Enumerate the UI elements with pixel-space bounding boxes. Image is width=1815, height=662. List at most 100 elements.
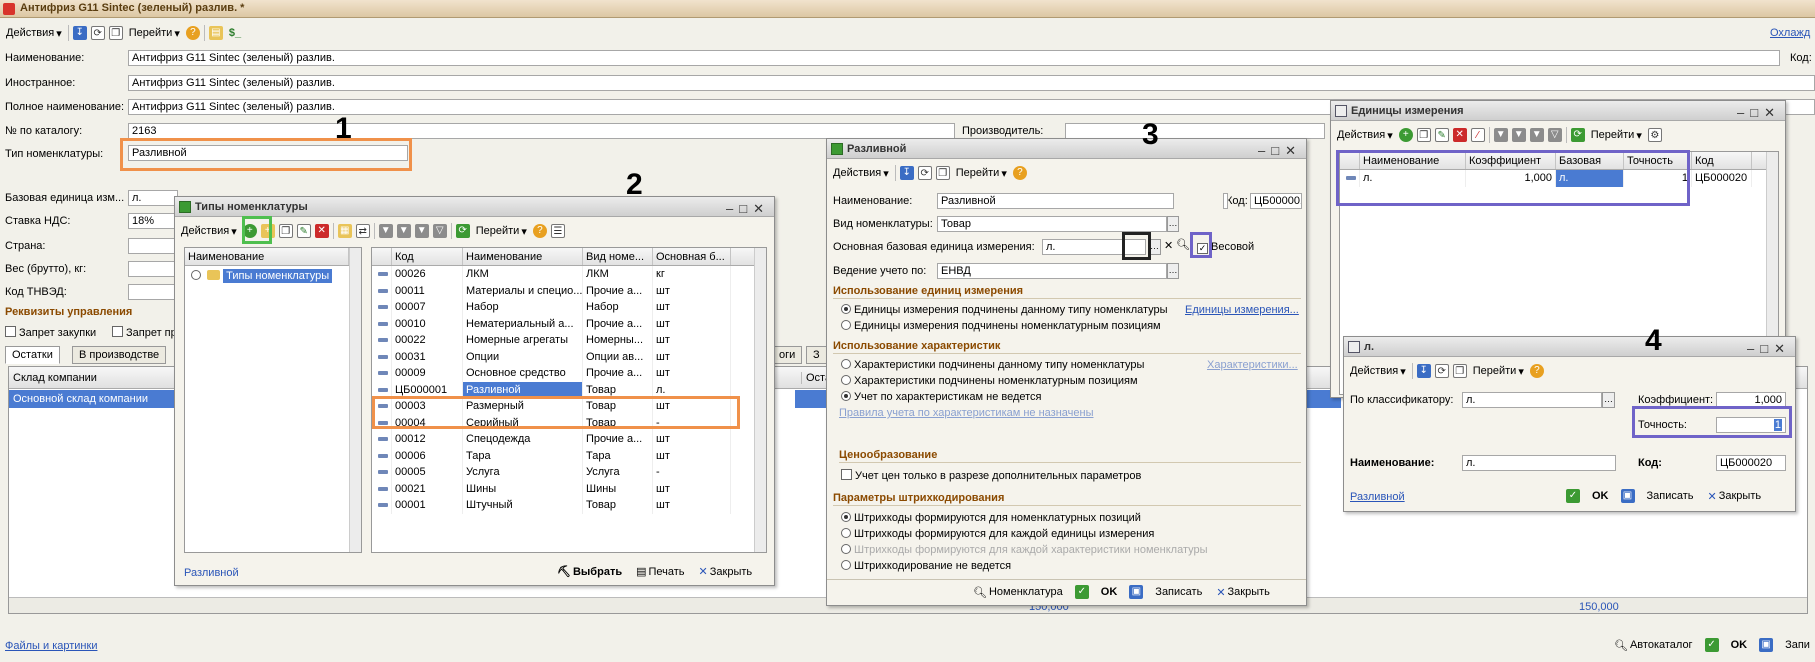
add-folder-icon[interactable]: +: [260, 224, 275, 238]
copy-icon[interactable]: ❐: [278, 224, 293, 238]
type-goto-menu[interactable]: Перейти ▾: [954, 167, 1009, 180]
table-row[interactable]: 00007 Набор Набор шт: [372, 299, 766, 316]
copy-icon[interactable]: ❐: [1416, 128, 1431, 142]
chars-link[interactable]: Характеристики...: [1207, 359, 1298, 371]
foreign-input[interactable]: Антифриз G11 Sintec (зеленый) разлив.: [128, 75, 1815, 91]
type-name-input[interactable]: Разливной: [937, 193, 1174, 209]
table-row[interactable]: 00022 Номерные агрегаты Номерны... шт: [372, 332, 766, 349]
refresh-icon[interactable]: ⟳: [455, 224, 470, 238]
chk-purchase-ban[interactable]: Запрет закупки: [5, 326, 96, 339]
classifier-input[interactable]: л.: [1462, 392, 1602, 408]
help-icon[interactable]: ?: [185, 26, 200, 40]
add-icon[interactable]: +: [242, 224, 257, 238]
type-ok-button[interactable]: OK: [1099, 586, 1120, 598]
chk-sale-ban[interactable]: Запрет пр: [112, 326, 177, 339]
main-actions-menu[interactable]: Действия ▾: [4, 27, 64, 40]
column-header[interactable]: Наименование: [463, 248, 583, 265]
accounting-select-button[interactable]: …: [1167, 263, 1179, 279]
pricing-checkbox[interactable]: Учет цен только в разрезе дополнительных…: [841, 469, 1141, 482]
filter-value-icon[interactable]: ▼: [1511, 128, 1526, 142]
bc-opt3[interactable]: Штрихкоды формируются для каждой характе…: [841, 544, 1208, 556]
bc-opt4[interactable]: Штрихкодирование не ведется: [841, 560, 1011, 572]
tree-mode-icon[interactable]: ☰: [550, 224, 565, 238]
copy-icon[interactable]: ❐: [108, 26, 123, 40]
unit-close-button[interactable]: ✕ Закрыть: [1706, 490, 1764, 503]
column-header[interactable]: Наименование: [1360, 152, 1466, 169]
accounting-input[interactable]: ЕНВД: [937, 263, 1167, 279]
filter-icon[interactable]: ▼: [378, 224, 393, 238]
delete-icon[interactable]: ✕: [1452, 128, 1467, 142]
save-close-icon[interactable]: ↧: [1416, 364, 1431, 378]
unit-ok-button[interactable]: OK: [1590, 490, 1611, 502]
column-header[interactable]: Коэффициент: [1466, 152, 1556, 169]
tree-scrollbar[interactable]: [349, 248, 361, 552]
chars-opt1[interactable]: Характеристики подчинены данному типу но…: [841, 359, 1144, 371]
window-controls[interactable]: –□✕: [1747, 339, 1791, 359]
save-close-icon[interactable]: ↧: [899, 166, 914, 180]
table-row[interactable]: 00003 Размерный Товар шт: [372, 398, 766, 415]
table-row[interactable]: ЦБ000001 Разливной Товар л.: [372, 381, 766, 398]
hierarchy-icon[interactable]: ▦: [337, 224, 352, 238]
mark-delete-icon[interactable]: ⁄: [1470, 128, 1485, 142]
unit-status-link[interactable]: Разливной: [1350, 491, 1405, 503]
types-close-button[interactable]: ✕ Закрыть: [697, 565, 755, 579]
table-row[interactable]: 00005 Услуга Услуга -: [372, 464, 766, 481]
unit-save-button[interactable]: Записать: [1645, 490, 1696, 502]
types-actions-menu[interactable]: Действия ▾: [179, 225, 239, 238]
table-row[interactable]: 00026 ЛКМ ЛКМ кг: [372, 266, 766, 283]
units-opt1[interactable]: Единицы измерения подчинены данному типу…: [841, 304, 1168, 316]
column-header[interactable]: Вид номе...: [583, 248, 653, 265]
print-button[interactable]: ▤ Печать: [634, 565, 686, 579]
filter-icon[interactable]: ▼: [1493, 128, 1508, 142]
table-row[interactable]: 00004 Серийный Товар -: [372, 414, 766, 431]
type-actions-menu[interactable]: Действия ▾: [831, 167, 891, 180]
type-close-button[interactable]: ✕ Закрыть: [1214, 586, 1272, 599]
edit-icon[interactable]: ✎: [296, 224, 311, 238]
nomenclature-button[interactable]: 🔍︎ Номенклатура: [971, 586, 1065, 599]
column-header[interactable]: Базовая: [1556, 152, 1624, 169]
column-header[interactable]: Основная б...: [653, 248, 731, 265]
type-code-value[interactable]: ЦБ000001: [1250, 193, 1302, 209]
weight-input[interactable]: [128, 261, 178, 277]
filter-clear-icon[interactable]: ▽: [432, 224, 447, 238]
unit-code-input[interactable]: ЦБ000020: [1716, 455, 1786, 471]
chars-opt3[interactable]: Учет по характеристикам не ведется: [841, 391, 1042, 403]
tab-production[interactable]: В производстве: [72, 346, 167, 364]
table-row[interactable]: 00021 Шины Шины шт: [372, 480, 766, 497]
table-row[interactable]: 00011 Материалы и специо... Прочие а... шт: [372, 282, 766, 299]
refresh-icon[interactable]: ⟳: [1570, 128, 1585, 142]
window-controls[interactable]: –□✕: [1258, 141, 1302, 161]
type-save-button[interactable]: Записать: [1153, 586, 1204, 598]
table-row[interactable]: л. 1,000 л. 1 ЦБ000020: [1340, 170, 1778, 187]
select-button[interactable]: ⛏ Выбрать: [555, 565, 624, 579]
filter-value-icon[interactable]: ▼: [396, 224, 411, 238]
kind-select-button[interactable]: …: [1167, 216, 1179, 232]
tab-stock[interactable]: Остатки: [5, 346, 60, 364]
delete-icon[interactable]: ✕: [314, 224, 329, 238]
vat-input[interactable]: 18%: [128, 213, 178, 229]
country-input[interactable]: [128, 238, 178, 254]
search-icon[interactable]: 🔍︎: [1176, 238, 1190, 251]
table-row[interactable]: 00001 Штучный Товар шт: [372, 497, 766, 514]
base-unit-input[interactable]: л.: [1042, 239, 1146, 255]
type-code-input[interactable]: ЦБ000001: [1223, 193, 1228, 209]
help-icon[interactable]: ?: [1529, 364, 1544, 378]
table-row[interactable]: 00012 Спецодежда Прочие а... шт: [372, 431, 766, 448]
types-scrollbar[interactable]: [754, 248, 766, 552]
refresh-icon[interactable]: ⟳: [90, 26, 105, 40]
main-ok-button[interactable]: OK: [1729, 639, 1750, 651]
maker-input[interactable]: [1065, 123, 1325, 139]
types-goto-menu[interactable]: Перейти ▾: [474, 225, 529, 238]
base-unit-select-button[interactable]: …: [1148, 239, 1161, 255]
filter-clear-icon[interactable]: ▽: [1547, 128, 1562, 142]
save-close-icon[interactable]: ↧: [72, 26, 87, 40]
prices-icon[interactable]: $_: [227, 27, 243, 39]
filter-menu-icon[interactable]: ▼: [1529, 128, 1544, 142]
stock-row[interactable]: Основной склад компании: [9, 390, 175, 408]
catalog-input[interactable]: 2163: [128, 123, 955, 139]
unit-name-input[interactable]: л.: [1462, 455, 1616, 471]
base-unit-input[interactable]: л.: [128, 190, 178, 206]
autocatalog-button[interactable]: 🔍︎ Автокаталог: [1612, 639, 1695, 652]
classifier-select-button[interactable]: …: [1602, 392, 1615, 408]
edit-icon[interactable]: ✎: [1434, 128, 1449, 142]
